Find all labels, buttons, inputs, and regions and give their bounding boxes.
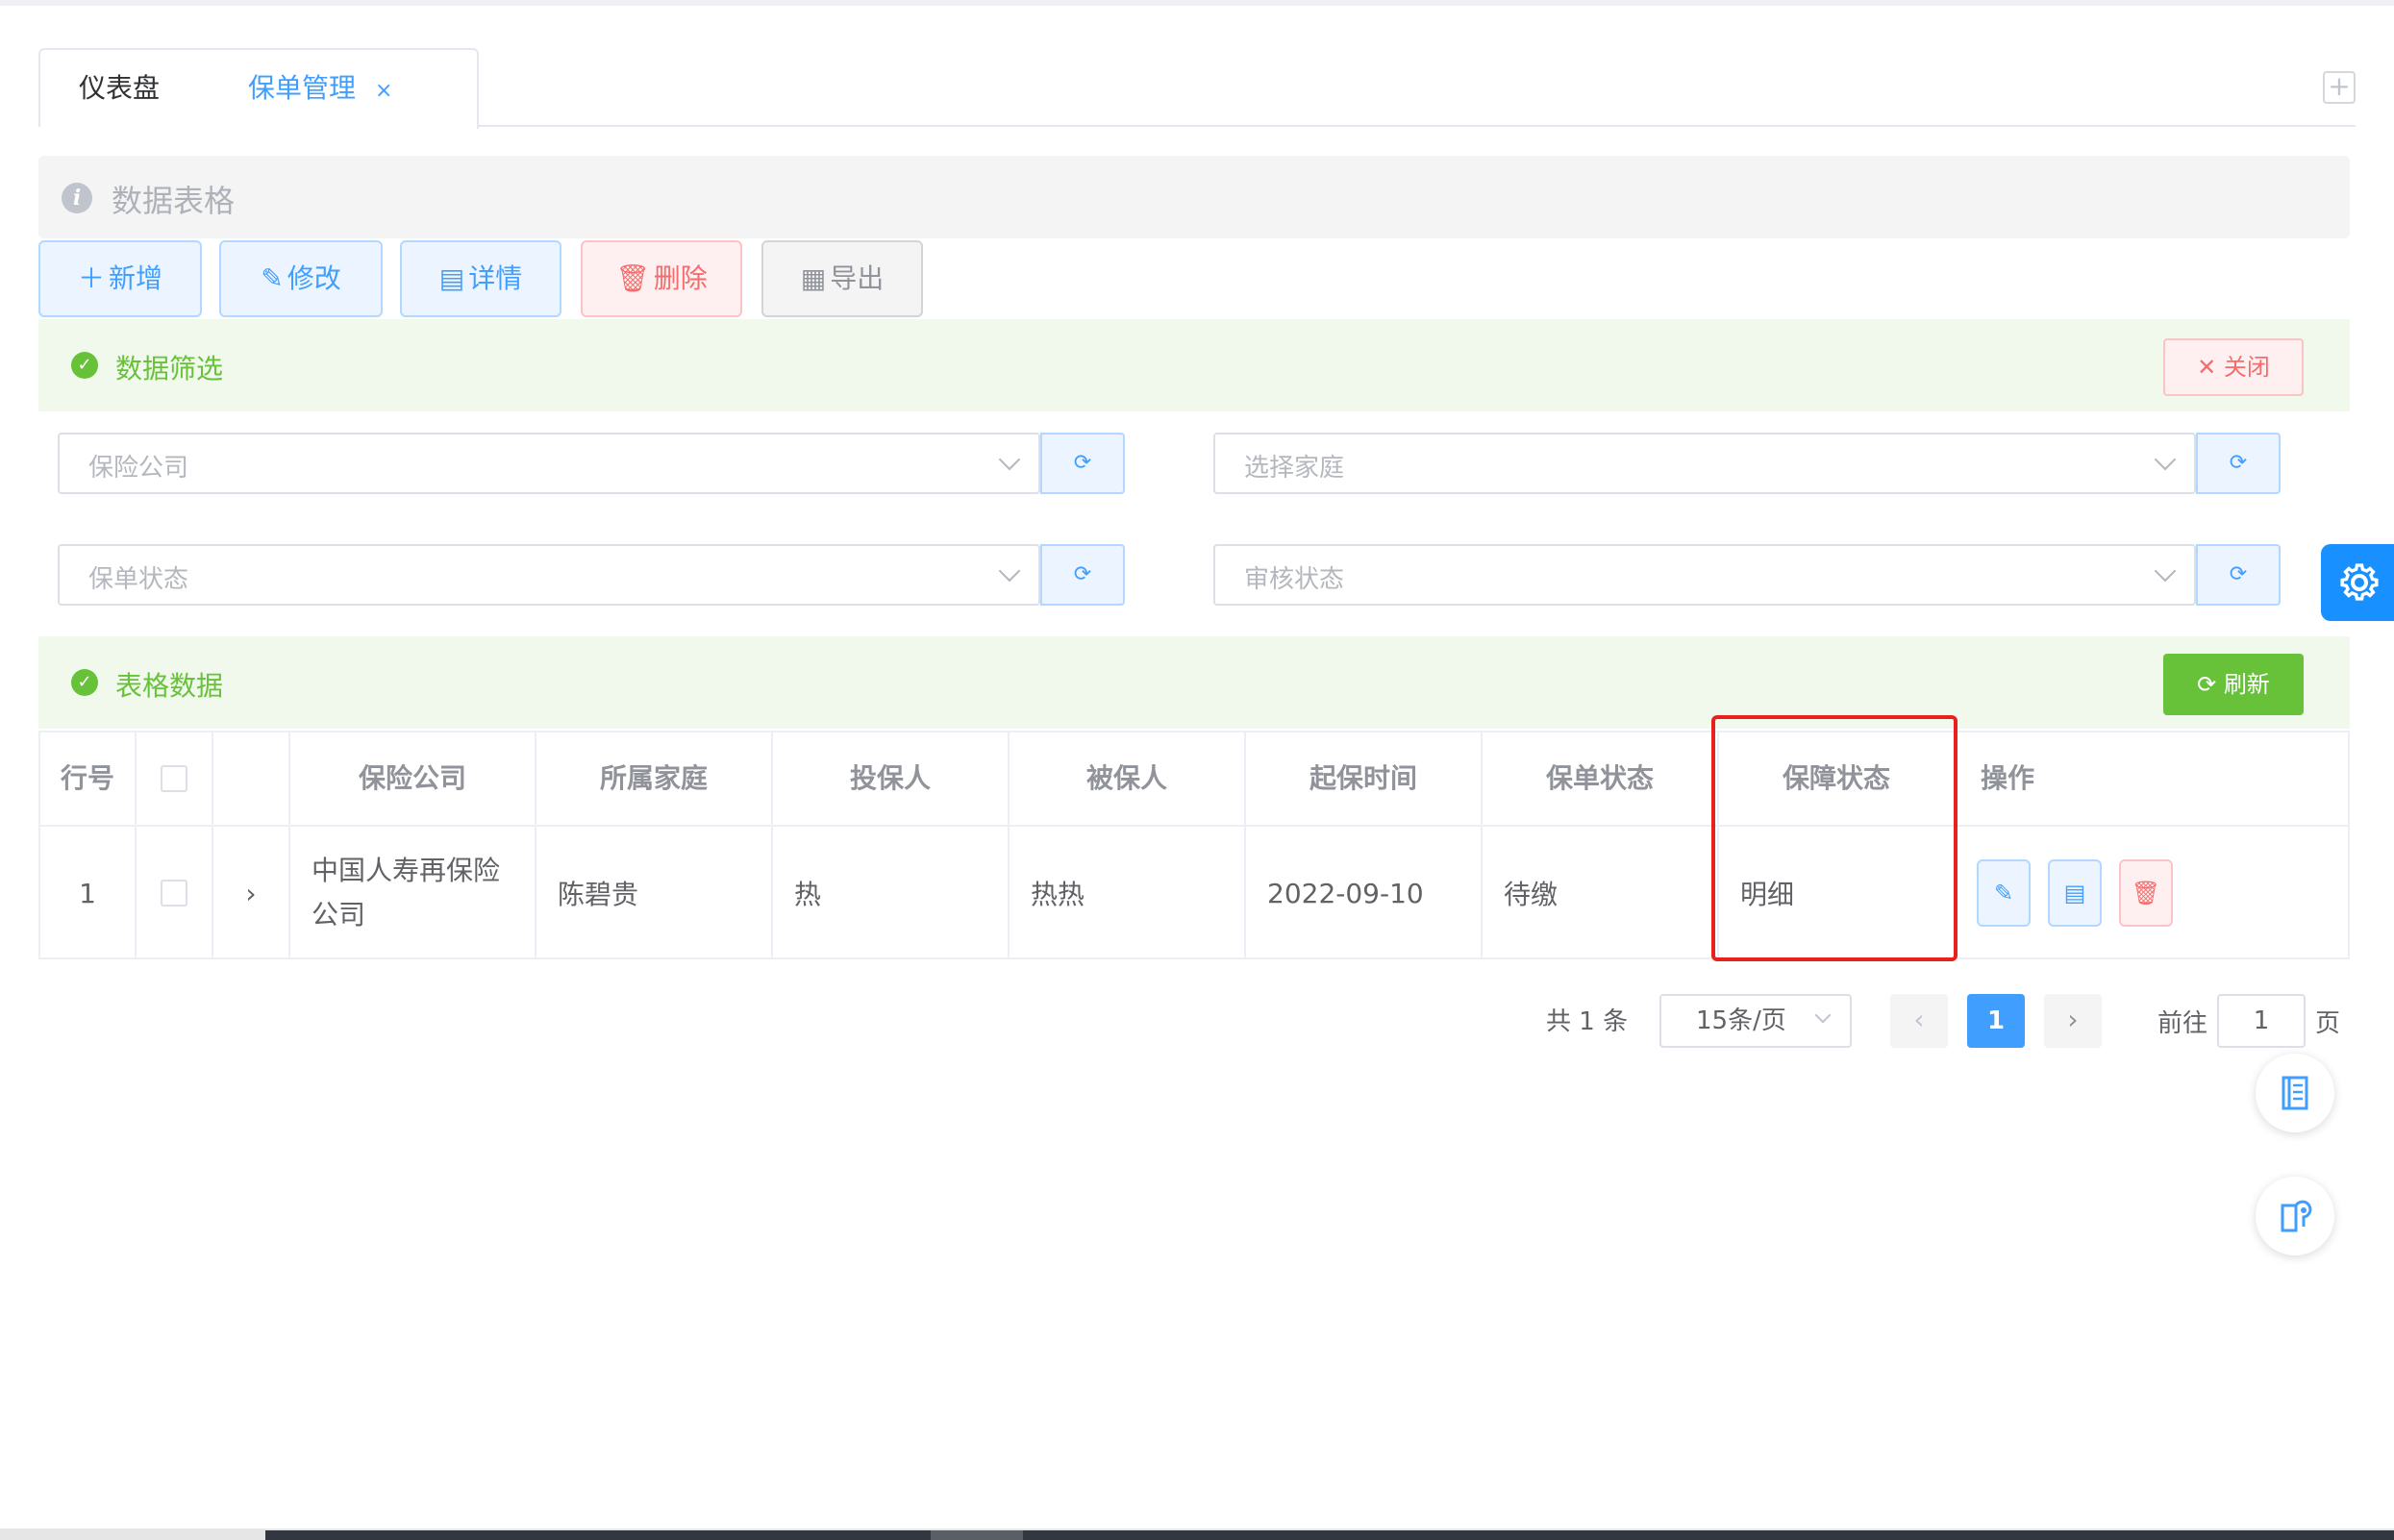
info-title: 数据表格 [112, 183, 236, 219]
next-page-button[interactable]: › [2044, 994, 2102, 1048]
chevron-down-icon [2154, 559, 2177, 583]
help-float-button[interactable] [2256, 1177, 2334, 1255]
check-circle-icon: ✓ [71, 669, 98, 696]
applicant-cell: 热 [773, 825, 1010, 959]
filter-section-title: 数据筛选 [115, 353, 224, 385]
start-date-cell: 2022-09-10 [1246, 825, 1483, 959]
tab-label: 仪表盘 [79, 72, 161, 104]
company-cell: 中国人寿再保险 公司 [290, 825, 536, 959]
header-start-date: 起保时间 [1246, 733, 1483, 825]
reset-policy-status-button[interactable]: ⟳ [1040, 544, 1125, 606]
detail-button[interactable]: ▤ 详情 [400, 240, 561, 317]
check-circle-icon: ✓ [71, 352, 98, 379]
audit-status-select[interactable]: 审核状态 [1213, 544, 2196, 606]
table-section-header: ✓ 表格数据 ⟳ 刷新 [38, 636, 2350, 729]
tab-policy-management[interactable]: 保单管理 × [210, 48, 479, 129]
paper-icon [2281, 1200, 2312, 1232]
close-filter-button[interactable]: ✕ 关闭 [2163, 338, 2304, 396]
page-suffix: 页 [2315, 1009, 2341, 1038]
plus-icon: ＋ [77, 262, 105, 294]
header-insured: 被保人 [1010, 733, 1246, 825]
close-icon[interactable]: × [375, 79, 392, 103]
header-row-number: 行号 [40, 733, 137, 825]
prev-page-button[interactable]: ‹ [1890, 994, 1948, 1048]
scrollbar-grip [931, 1530, 1023, 1540]
document-float-button[interactable] [2256, 1054, 2334, 1132]
header-actions: 操作 [1981, 762, 2035, 794]
info-icon: i [62, 183, 92, 213]
page-size-select[interactable]: 15条/页 [1659, 994, 1852, 1048]
chevron-right-icon: › [245, 877, 257, 909]
header-policy-status: 保单状态 [1483, 733, 1719, 825]
goto-label: 前往 [2157, 1009, 2208, 1038]
row-delete-button[interactable]: 🗑 [2119, 859, 2173, 927]
row-checkbox-cell [137, 825, 213, 959]
tab-label: 保单管理 [248, 72, 357, 104]
add-tab-button[interactable]: + [2323, 71, 2356, 104]
policy-status-cell: 待缴 [1483, 825, 1719, 959]
header-family: 所属家庭 [536, 733, 773, 825]
header-expand [213, 733, 290, 825]
grid-icon: ▦ [800, 262, 827, 294]
data-table: 行号 保险公司 所属家庭 投保人 被保人 起保时间 保单状态 保障状态 操作 1… [38, 731, 2350, 959]
chevron-right-icon: › [2067, 1004, 2079, 1035]
actions-cell: ✎ ▤ 🗑 [1956, 825, 2348, 959]
info-alert: i 数据表格 [38, 156, 2350, 238]
document-icon: ▤ [2063, 880, 2086, 907]
chevron-down-icon [998, 448, 1021, 471]
chevron-left-icon: ‹ [1913, 1004, 1925, 1035]
gear-icon [2340, 563, 2379, 601]
refresh-icon: ⟳ [1073, 451, 1092, 475]
filter-section-header: ✓ 数据筛选 ✕ 关闭 [38, 319, 2350, 411]
horizontal-scrollbar-thumb[interactable] [265, 1530, 2394, 1540]
chevron-down-icon [2154, 448, 2177, 471]
insurance-company-select[interactable]: 保险公司 [58, 433, 1040, 494]
chevron-down-icon [998, 559, 1021, 583]
trash-icon: 🗑 [615, 262, 650, 294]
select-all-checkbox[interactable] [161, 765, 187, 792]
export-button[interactable]: ▦ 导出 [761, 240, 923, 317]
chevron-down-icon [1814, 1006, 1832, 1024]
tab-bar: 仪表盘 保单管理 × + [38, 48, 2356, 129]
reset-family-button[interactable]: ⟳ [2196, 433, 2281, 494]
pencil-icon: ✎ [261, 262, 284, 294]
row-checkbox[interactable] [161, 880, 187, 907]
table-section-title: 表格数据 [115, 670, 224, 702]
refresh-icon: ⟳ [1073, 562, 1092, 586]
row-edit-button[interactable]: ✎ [1977, 859, 2031, 927]
goto-page-input[interactable]: 1 [2217, 994, 2306, 1048]
header-applicant: 投保人 [773, 733, 1010, 825]
settings-tab[interactable] [2321, 544, 2394, 621]
refresh-icon: ⟳ [2197, 671, 2224, 698]
top-border [0, 0, 2394, 6]
header-company: 保险公司 [290, 733, 536, 825]
reset-company-button[interactable]: ⟳ [1040, 433, 1125, 494]
refresh-icon: ⟳ [2229, 562, 2248, 586]
expand-toggle[interactable]: › [213, 825, 290, 959]
highlight-box [1711, 715, 1958, 961]
insured-cell: 热热 [1010, 825, 1246, 959]
row-detail-button[interactable]: ▤ [2048, 859, 2102, 927]
header-select-all [137, 733, 213, 825]
policy-status-select[interactable]: 保单状态 [58, 544, 1040, 606]
add-button[interactable]: ＋新增 [38, 240, 202, 317]
edit-button[interactable]: ✎ 修改 [219, 240, 383, 317]
close-icon: ✕ [2197, 354, 2224, 381]
book-icon [2282, 1076, 2308, 1110]
refresh-icon: ⟳ [2229, 451, 2248, 475]
trash-icon: 🗑 [2131, 880, 2161, 907]
pagination-total: 共 1 条 [1546, 1007, 1629, 1036]
page-number-current[interactable]: 1 [1967, 994, 2025, 1048]
family-cell: 陈碧贵 [536, 825, 773, 959]
reset-audit-status-button[interactable]: ⟳ [2196, 544, 2281, 606]
tab-dashboard[interactable]: 仪表盘 [38, 48, 212, 127]
row-number: 1 [40, 825, 137, 959]
document-icon: ▤ [438, 262, 465, 294]
family-select[interactable]: 选择家庭 [1213, 433, 2196, 494]
pencil-icon: ✎ [1993, 880, 2014, 907]
delete-button[interactable]: 🗑 删除 [581, 240, 742, 317]
refresh-button[interactable]: ⟳ 刷新 [2163, 654, 2304, 715]
